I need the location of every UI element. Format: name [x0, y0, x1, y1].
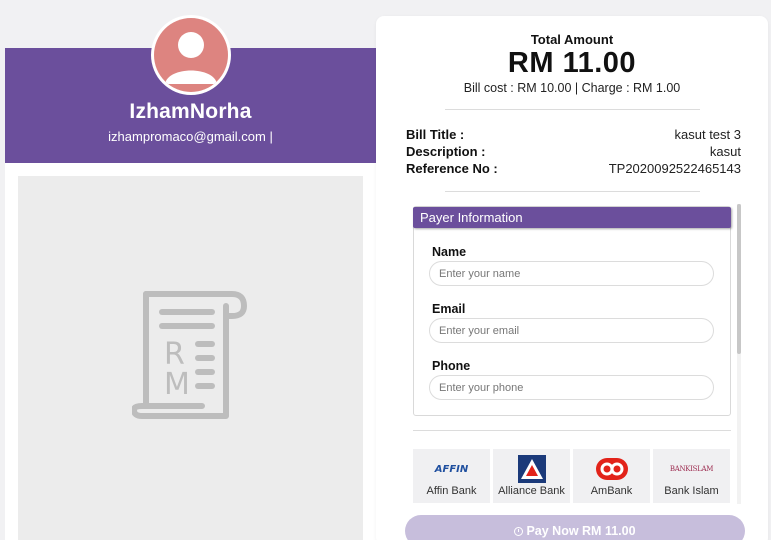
avatar: [151, 15, 231, 95]
bank-islam-logo-icon: BANKISLAM: [669, 465, 714, 473]
pay-now-label: Pay Now RM 11.00: [526, 524, 636, 538]
total-summary: Total Amount RM 11.00 Bill cost : RM 10.…: [376, 16, 768, 95]
bank-name: Bank Islam: [664, 485, 719, 497]
phone-input[interactable]: [429, 375, 714, 400]
bank-option-bank-islam[interactable]: BANKISLAM Bank Islam: [653, 449, 730, 503]
detail-row-description: Description : kasut: [406, 143, 741, 160]
profile-panel: IzhamNorha izhampromaco@gmail.com | R M: [5, 15, 376, 540]
svg-text:M: M: [164, 367, 190, 402]
divider: [413, 430, 731, 431]
detail-row-bill-title: Bill Title : kasut test 3: [406, 126, 741, 143]
detail-key: Bill Title :: [406, 127, 465, 142]
detail-value: TP2020092522465143: [608, 161, 741, 176]
email-input[interactable]: [429, 318, 714, 343]
bank-name: Affin Bank: [426, 485, 477, 497]
bill-details: Bill Title : kasut test 3 Description : …: [376, 110, 768, 177]
clock-icon: [514, 527, 524, 536]
name-label: Name: [432, 245, 467, 259]
ambank-logo-icon: [573, 455, 650, 483]
phone-label: Phone: [432, 359, 471, 373]
bank-name: Alliance Bank: [498, 485, 565, 497]
profile-name: IzhamNorha: [129, 100, 252, 123]
bank-option-alliance[interactable]: Alliance Bank: [493, 449, 570, 503]
bank-name: AmBank: [590, 485, 633, 497]
bill-breakdown: Bill cost : RM 10.00 | Charge : RM 1.00: [463, 81, 681, 95]
bank-list: AFFIN Affin Bank Alliance Bank AmBank BA…: [413, 449, 731, 503]
bank-option-affin[interactable]: AFFIN Affin Bank: [413, 449, 490, 503]
profile-header: IzhamNorha izhampromaco@gmail.com |: [5, 15, 376, 163]
divider: [444, 191, 700, 192]
bank-option-ambank[interactable]: AmBank: [573, 449, 650, 503]
name-input[interactable]: [429, 261, 714, 286]
payment-card: Total Amount RM 11.00 Bill cost : RM 10.…: [376, 16, 768, 540]
scrollbar[interactable]: [737, 204, 741, 504]
receipt-image-placeholder: R M: [18, 176, 363, 540]
payer-header: Payer Information: [413, 207, 731, 228]
user-avatar-icon: [154, 18, 228, 92]
affin-bank-logo-icon: AFFIN: [434, 463, 469, 475]
total-label: Total Amount: [530, 32, 614, 47]
detail-key: Description :: [406, 144, 486, 159]
detail-key: Reference No :: [406, 161, 498, 176]
receipt-rm-icon: R M: [132, 291, 247, 419]
detail-row-reference: Reference No : TP2020092522465143: [406, 160, 741, 177]
scrollbar-thumb[interactable]: [737, 204, 741, 354]
payer-form: Name Email Phone: [414, 228, 730, 400]
profile-email: izhampromaco@gmail.com |: [108, 129, 273, 144]
detail-value: kasut: [709, 144, 741, 159]
pay-now-button[interactable]: Pay Now RM 11.00: [405, 515, 745, 540]
detail-value: kasut test 3: [674, 127, 741, 142]
payer-information-box: Payer Information Name Email Phone: [413, 206, 731, 416]
email-label: Email: [432, 302, 466, 316]
alliance-bank-logo-icon: [493, 455, 570, 483]
total-amount: RM 11.00: [507, 47, 637, 79]
